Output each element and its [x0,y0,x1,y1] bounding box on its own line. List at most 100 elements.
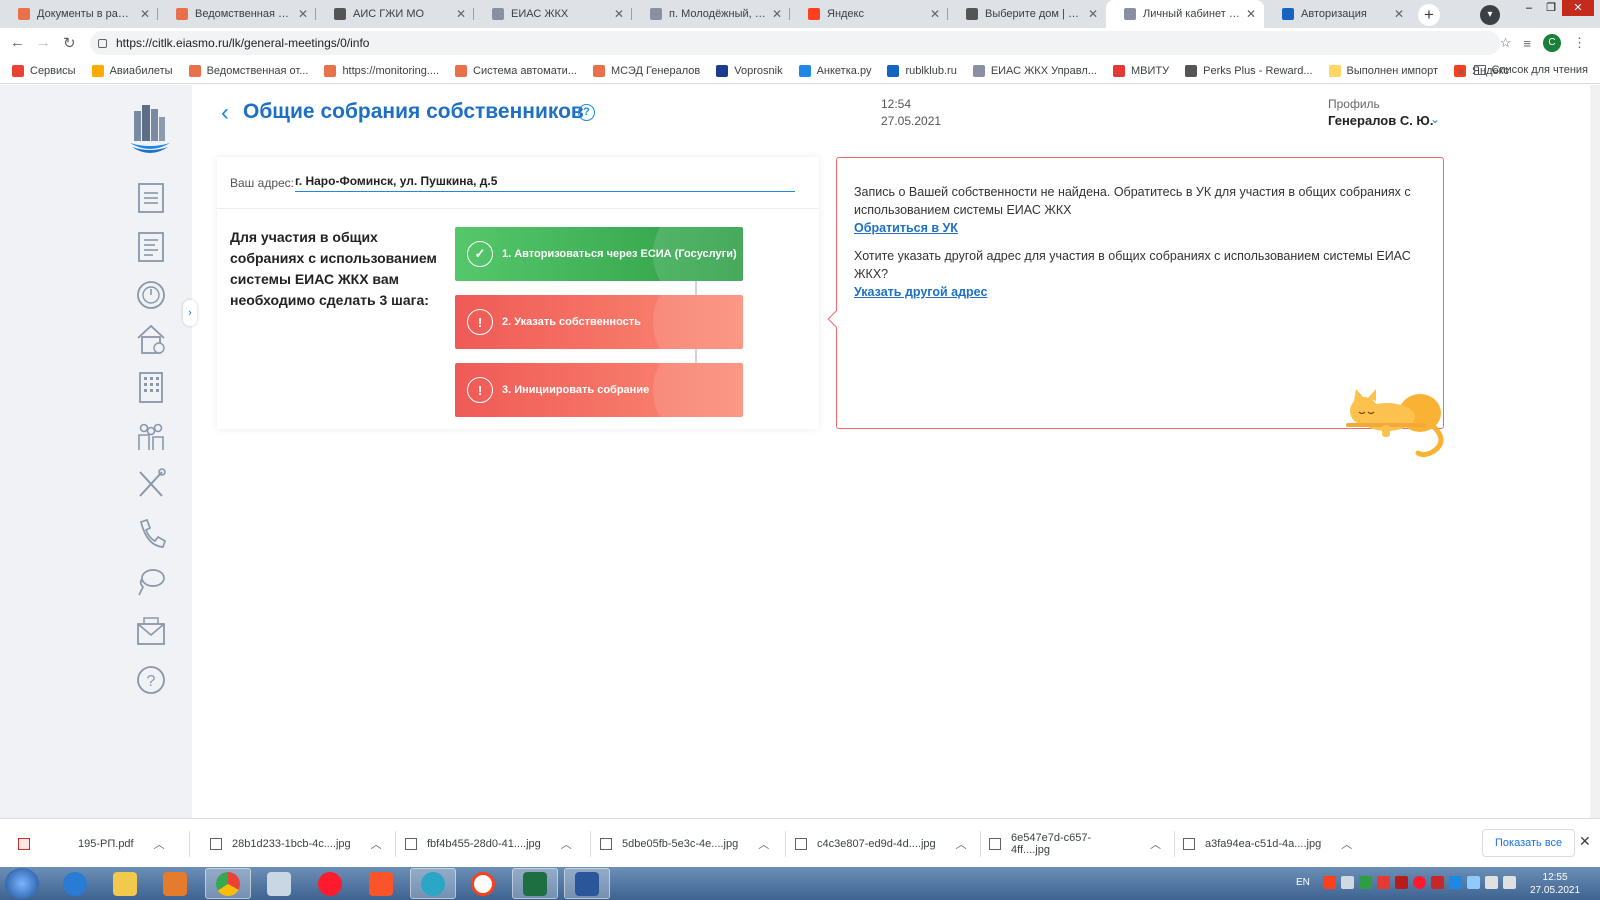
reload-icon[interactable]: ↻ [63,34,76,52]
network-icon[interactable] [1485,876,1498,889]
tray-app-icon[interactable] [1341,876,1354,889]
browser-tab[interactable]: Яндекс ✕ [790,0,948,28]
tab-close-icon[interactable]: ✕ [1088,7,1098,21]
excel-icon[interactable] [512,868,558,899]
language-indicator[interactable]: EN [1296,877,1310,888]
download-item[interactable]: 28b1d233-1bcb-4c....jpg ︿ [210,819,396,868]
browser-tab[interactable]: АИС ГЖИ МО ✕ [316,0,474,28]
mail-icon[interactable] [135,614,167,648]
download-item[interactable]: 195-РП.pdf ︿ [18,819,190,868]
browser-tab[interactable]: п. Молодёжный, д.8 - ✕ [632,0,790,28]
tab-close-icon[interactable]: ✕ [772,7,782,21]
profile-name[interactable]: Генералов С. Ю. [1328,113,1433,128]
show-all-downloads-button[interactable]: Показать все [1482,829,1576,857]
bookmark-item[interactable]: Ведомственная от... [188,64,308,77]
bookmark-item[interactable]: Сервисы [12,64,76,77]
sidebar-expand-icon[interactable]: › [183,300,197,326]
bookmark-item[interactable]: https://monitoring.... [324,64,439,77]
tab-close-icon[interactable]: ✕ [614,7,624,21]
bookmark-item[interactable]: rublklub.ru [887,64,957,77]
tray-app-icon[interactable] [1395,876,1408,889]
help-icon[interactable]: ? [578,104,595,121]
calculator-icon[interactable] [256,868,302,899]
browser-tab-active[interactable]: Личный кабинет ЕИАС ✕ [1106,0,1264,28]
tab-close-icon[interactable]: ✕ [1394,7,1404,21]
chevron-down-icon[interactable]: ⌄ [1430,112,1440,126]
back-chevron-icon[interactable]: ‹ [221,101,229,125]
reports-icon[interactable] [135,230,167,264]
download-item[interactable]: 5dbe05fb-5e3c-4e....jpg ︿ [600,819,786,868]
bookmark-item[interactable]: Авиабилеты [91,64,173,77]
other-address-link[interactable]: Указать другой адрес [854,285,987,299]
forward-arrow-icon[interactable]: → [36,34,51,51]
bookmark-item[interactable]: Выполнен импорт [1328,64,1438,77]
step-initiate-meeting[interactable]: ! 3. Инициировать собрание [455,363,743,417]
tray-app-icon[interactable] [1467,876,1480,889]
browser-tab[interactable]: ЕИАС ЖКХ ✕ [474,0,632,28]
profile-avatar[interactable]: С [1543,34,1561,52]
page-scrollbar[interactable] [1590,85,1600,818]
tab-close-icon[interactable]: ✕ [456,7,466,21]
step-specify-property[interactable]: ! 2. Указать собственность [455,295,743,349]
internet-explorer-icon[interactable] [52,868,98,899]
reading-list-button[interactable]: Список для чтения [1473,64,1588,76]
chevron-up-icon[interactable]: ︿ [956,836,967,852]
maximize-icon[interactable]: ❐ [1540,0,1562,16]
bookmark-item[interactable]: ЕИАС ЖКХ Управл... [972,64,1097,77]
chevron-up-icon[interactable]: ︿ [1150,836,1161,852]
browser-tab[interactable]: Авторизация ✕ [1264,0,1412,28]
tools-icon[interactable] [135,467,167,501]
download-item[interactable]: a3fa94ea-c51d-4a....jpg ︿ [1183,819,1355,868]
tab-close-icon[interactable]: ✕ [298,7,308,21]
phone-icon[interactable] [135,516,167,550]
browser-tab[interactable]: Документы в работе ✕ [0,0,158,28]
help-circle-icon[interactable]: ? [135,663,167,697]
house-icon[interactable] [135,322,167,356]
tab-close-icon[interactable]: ✕ [140,7,150,21]
download-item[interactable]: 6e547e7d-c657-4ff....jpg ︿ [989,819,1175,868]
word-icon[interactable] [564,868,610,899]
taskbar-clock[interactable]: 12:55 27.05.2021 [1530,871,1580,897]
media-player-icon[interactable] [152,868,198,899]
chevron-up-icon[interactable]: ︿ [1341,836,1352,852]
tray-app-icon[interactable] [1359,876,1372,889]
chevron-up-icon[interactable]: ︿ [561,836,572,852]
eias-logo[interactable] [128,103,172,157]
bookmark-item[interactable]: Voprosnik [716,64,783,77]
reading-queue-icon[interactable]: ≡ [1523,36,1531,51]
bookmark-item[interactable]: Система автомати... [455,64,577,77]
bookmarks-more-icon[interactable]: » [1457,64,1464,78]
documents-icon[interactable] [135,181,167,215]
download-item[interactable]: c4c3e807-ed9d-4d....jpg ︿ [795,819,981,868]
chevron-up-icon[interactable]: ︿ [758,836,769,852]
close-downloads-icon[interactable]: ✕ [1579,833,1591,850]
bookmark-item[interactable]: Perks Plus - Reward... [1185,64,1313,77]
browser-tab[interactable]: Выберите дом | ЕИАС ✕ [948,0,1106,28]
browser-tab[interactable]: Ведомственная отчет ✕ [158,0,316,28]
menu-dots-icon[interactable]: ⋮ [1573,35,1586,51]
chevron-up-icon[interactable]: ︿ [371,836,382,852]
opera-icon[interactable] [307,868,353,899]
start-button[interactable] [5,868,39,899]
messenger-icon[interactable] [410,868,456,899]
step-authorize[interactable]: ✓ 1. Авторизоваться через ЕСИА (Госуслуг… [455,227,743,281]
back-arrow-icon[interactable]: ← [10,34,25,51]
minimize-icon[interactable]: – [1518,0,1540,16]
bookmark-item[interactable]: МСЭД Генералов [592,64,700,77]
volume-icon[interactable] [1503,876,1516,889]
tab-close-icon[interactable]: ✕ [930,7,940,21]
contact-uk-link[interactable]: Обратиться в УК [854,221,958,235]
bookmark-item[interactable]: Анкетка.ру [798,64,871,77]
address-bar[interactable]: https://citlk.eiasmo.ru/lk/general-meeti… [90,31,1500,55]
tab-search-icon[interactable]: ▾ [1480,5,1500,25]
bookmark-star-icon[interactable]: ☆ [1500,35,1512,51]
new-tab-button[interactable]: + [1418,4,1440,26]
yandex-browser-icon[interactable] [460,868,506,899]
file-explorer-icon[interactable] [102,868,148,899]
tray-yandex-icon[interactable] [1323,876,1336,889]
address-field[interactable]: г. Наро-Фоминск, ул. Пушкина, д.5 [295,174,795,192]
building-icon[interactable] [135,370,167,404]
tray-app-icon[interactable] [1449,876,1462,889]
tab-close-icon[interactable]: ✕ [1246,7,1256,21]
people-icon[interactable] [135,419,167,453]
